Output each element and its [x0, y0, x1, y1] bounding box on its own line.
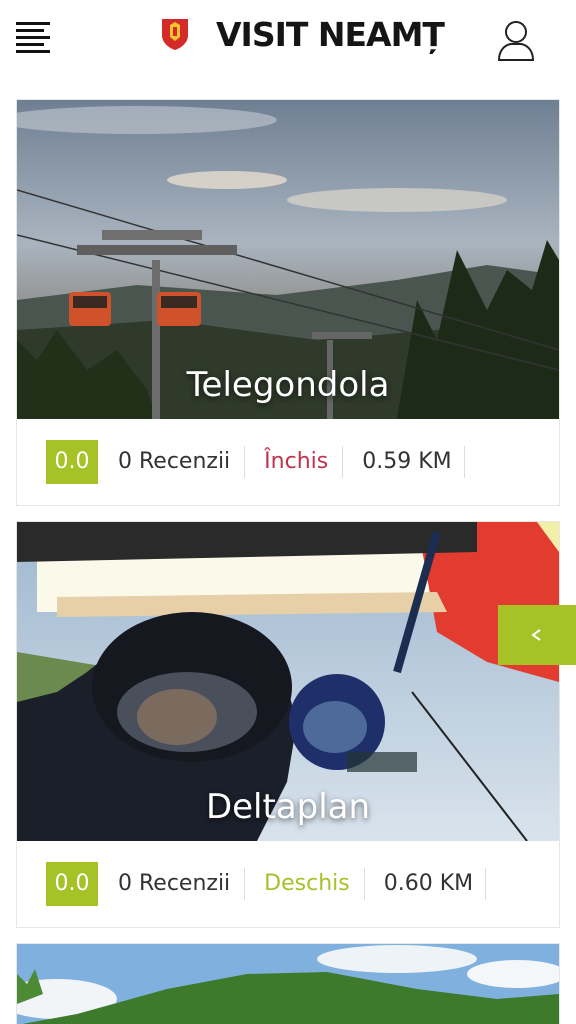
- distance-label: 0.60 KM: [365, 868, 487, 900]
- mountain-forest-photo: [17, 944, 559, 1024]
- listing-meta: 0.0 0 Recenzii Deschis 0.60 KM: [17, 841, 559, 927]
- listing-photo[interactable]: [17, 944, 559, 1024]
- hamburger-menu-icon[interactable]: [16, 22, 52, 53]
- listing-meta: 0.0 0 Recenzii Închis 0.59 KM: [17, 419, 559, 505]
- listing-card[interactable]: Deltaplan 0.0 0 Recenzii Deschis 0.60 KM: [16, 521, 560, 928]
- distance-label: 0.59 KM: [343, 446, 465, 478]
- app-title: VISIT NEAMȚ: [216, 14, 445, 54]
- listing-card[interactable]: Telegondola 0.0 0 Recenzii Închis 0.59 K…: [16, 99, 560, 506]
- listing-photo[interactable]: Telegondola: [17, 100, 559, 419]
- rating-badge: 0.0: [46, 440, 98, 484]
- brand[interactable]: VISIT NEAMȚ: [160, 14, 445, 54]
- status-label: Deschis: [245, 868, 365, 900]
- rating-badge: 0.0: [46, 862, 98, 906]
- side-panel-toggle[interactable]: [498, 605, 576, 665]
- listing-title: Telegondola: [186, 365, 390, 405]
- user-profile-icon[interactable]: [496, 18, 536, 62]
- app-header: VISIT NEAMȚ: [0, 0, 576, 84]
- status-label: Închis: [245, 446, 344, 478]
- listing-card[interactable]: [16, 943, 560, 1024]
- county-crest-icon: [162, 19, 188, 50]
- listing-title: Deltaplan: [205, 787, 371, 827]
- listing-photo[interactable]: Deltaplan: [17, 522, 559, 841]
- reviews-count[interactable]: 0 Recenzii: [118, 868, 246, 900]
- chevron-left-icon: [531, 629, 541, 641]
- reviews-count[interactable]: 0 Recenzii: [118, 446, 246, 478]
